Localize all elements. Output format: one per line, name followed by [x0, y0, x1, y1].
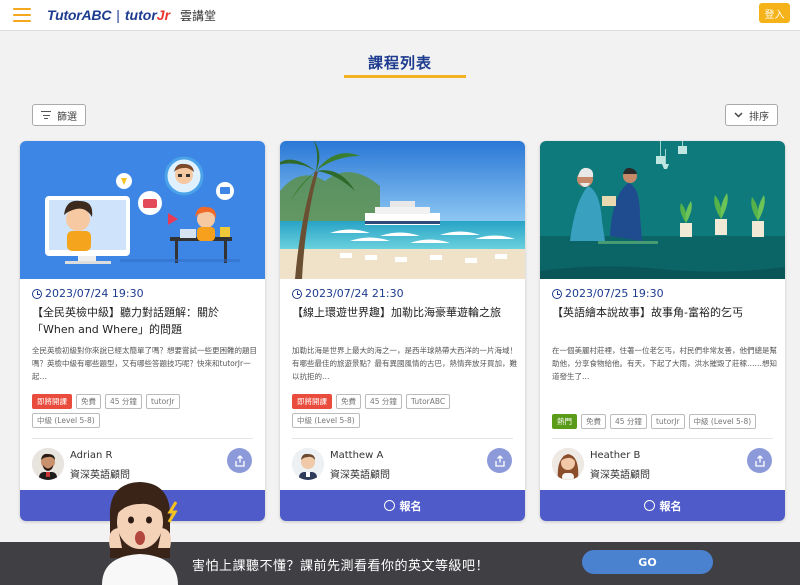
course-card[interactable]: 2023/07/24 21:30 【線上環遊世界趣】加勒比海豪華遊輪之旅 加勒比… — [280, 141, 525, 521]
enroll-button[interactable]: 報名 — [280, 490, 525, 521]
course-date-text: 2023/07/25 19:30 — [565, 287, 664, 300]
tag-level: 中級 (Level 5-8) — [32, 413, 100, 428]
enroll-label: 報名 — [399, 499, 422, 513]
filter-icon — [41, 111, 51, 119]
logo-jr-prefix: tutor — [124, 7, 157, 23]
tag-free: 免費 — [336, 394, 361, 409]
course-image-storybook[interactable] — [540, 141, 785, 279]
enroll-label: 報名 — [659, 499, 682, 513]
page-title: 課程列表 — [367, 54, 432, 72]
menu-icon[interactable] — [13, 8, 31, 22]
course-tags-row2: 中級 (Level 5-8) — [292, 413, 520, 428]
course-card[interactable]: 2023/07/24 19:30 【全民英檢中級】聽力對話題解：關於「When … — [20, 141, 265, 521]
course-tags: 即將開課 免費 45 分鐘 TutorABC — [292, 394, 520, 409]
tag-duration: 45 分鐘 — [365, 394, 402, 409]
tag-free: 免費 — [76, 394, 101, 409]
banner-text: 害怕上課聽不懂？課前先測看看你的英文等級吧！ — [192, 559, 490, 574]
course-date: 2023/07/25 19:30 — [552, 287, 664, 300]
clock-icon — [32, 288, 42, 299]
sort-button[interactable]: 排序 — [725, 104, 778, 126]
enroll-button[interactable]: 報名 — [540, 490, 785, 521]
teacher-name: Adrian R — [70, 450, 113, 461]
tag-level: 中級 (Level 5-8) — [292, 413, 360, 428]
filter-button[interactable]: 篩選 — [32, 104, 86, 126]
tag-free: 免費 — [581, 414, 606, 429]
course-title[interactable]: 【線上環遊世界趣】加勒比海豪華遊輪之旅 — [292, 304, 514, 321]
clock-icon — [292, 288, 302, 299]
title-underline — [344, 75, 466, 78]
sort-label: 排序 — [749, 111, 769, 123]
tag-brand: tutorJr — [650, 414, 685, 429]
course-title[interactable]: 【全民英檢中級】聽力對話題解：關於「When and Where」的問題 — [32, 304, 254, 338]
share-icon — [234, 454, 245, 467]
teacher-avatar — [292, 448, 324, 480]
course-date-text: 2023/07/24 21:30 — [305, 287, 404, 300]
surprised-girl-illustration — [92, 478, 188, 585]
share-button[interactable] — [487, 448, 512, 473]
logo-separator: | — [116, 7, 120, 23]
course-tags: 即將開課 免費 45 分鐘 tutorJr — [32, 394, 260, 409]
go-button[interactable]: GO — [582, 550, 713, 574]
tag-upcoming: 即將開課 — [292, 394, 332, 409]
top-header: TutorABC | tutorJr 雲講堂 登入 — [0, 0, 800, 31]
course-title[interactable]: 【英語繪本說故事】故事角-富裕的乞丐 — [552, 304, 774, 321]
course-date-text: 2023/07/24 19:30 — [45, 287, 144, 300]
circle-icon — [383, 500, 395, 511]
tag-brand: TutorABC — [405, 394, 451, 409]
teacher-role: 資深英語顧問 — [330, 470, 390, 481]
share-icon — [754, 454, 765, 467]
filter-label: 篩選 — [57, 111, 77, 123]
share-icon — [494, 454, 505, 467]
tag-duration: 45 分鐘 — [105, 394, 142, 409]
logo-tutorabc: TutorABC — [47, 7, 112, 23]
tag-level: 中級 (Level 5-8) — [688, 414, 757, 429]
card-divider — [32, 438, 253, 439]
course-date: 2023/07/24 19:30 — [32, 287, 144, 300]
brand-logo[interactable]: TutorABC | tutorJr 雲講堂 — [47, 7, 216, 24]
share-button[interactable] — [747, 448, 772, 473]
logo-tutorjr: tutorJr — [125, 7, 170, 23]
card-divider — [292, 438, 513, 439]
teacher-name: Heather B — [590, 450, 641, 461]
teacher-avatar — [552, 448, 584, 480]
course-image-kids-online[interactable] — [20, 141, 265, 279]
tag-popular: 熱門 — [552, 414, 577, 429]
course-description: 全民英檢初級對你來說已經太簡單了嗎？想要嘗試一些更困難的題目嗎？英檢中級有哪些題… — [32, 346, 257, 381]
course-card[interactable]: 2023/07/25 19:30 【英語繪本說故事】故事角-富裕的乞丐 在一個美… — [540, 141, 785, 521]
course-date: 2023/07/24 21:30 — [292, 287, 404, 300]
share-button[interactable] — [227, 448, 252, 473]
card-divider — [552, 438, 773, 439]
tag-brand: tutorJr — [145, 394, 180, 409]
teacher-name: Matthew A — [330, 450, 384, 461]
course-description: 加勒比海是世界上最大的海之一，是西半球熱帶大西洋的一片海域！有哪些最佳的旅遊景點… — [292, 346, 517, 381]
tag-upcoming: 即將開課 — [32, 394, 72, 409]
course-tags: 熱門 免費 45 分鐘 tutorJr 中級 (Level 5-8) — [552, 414, 780, 429]
teacher-role: 資深英語顧問 — [590, 470, 650, 481]
tag-duration: 45 分鐘 — [610, 414, 647, 429]
clock-icon — [552, 288, 562, 299]
course-tags-row2: 中級 (Level 5-8) — [32, 413, 260, 428]
teacher-avatar — [32, 448, 64, 480]
circle-icon — [643, 500, 655, 511]
course-description: 在一個美麗村莊裡，住著一位老乞丐，村民們非常友善，他們總是幫助他，分享食物給他。… — [552, 346, 777, 381]
course-image-caribbean[interactable] — [280, 141, 525, 279]
chevron-down-icon — [734, 112, 743, 118]
login-button[interactable]: 登入 — [759, 3, 790, 23]
logo-jr-suffix: Jr — [156, 7, 171, 23]
logo-subtitle: 雲講堂 — [180, 8, 217, 23]
